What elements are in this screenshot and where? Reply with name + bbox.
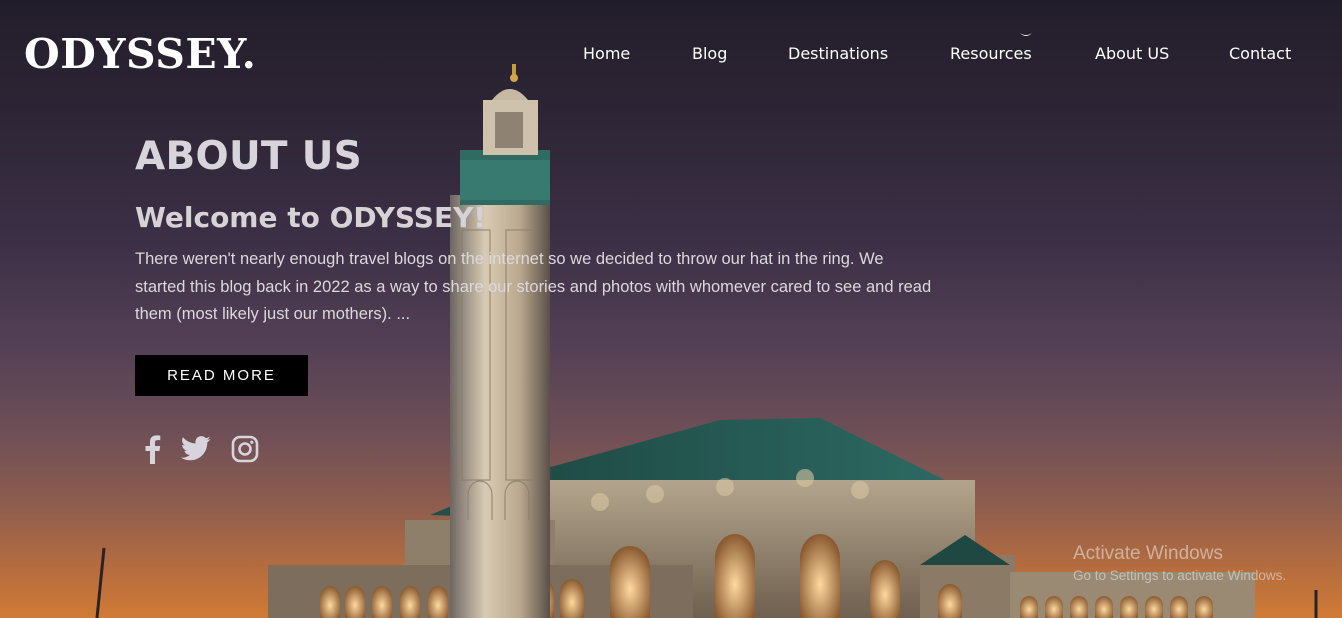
- read-more-button[interactable]: READ MORE: [135, 354, 308, 396]
- watermark-subtitle: Go to Settings to activate Windows.: [1073, 568, 1287, 583]
- twitter-icon[interactable]: [180, 436, 211, 466]
- welcome-heading: Welcome to ODYSSEY!: [135, 201, 487, 234]
- watermark-title: Activate Windows: [1073, 543, 1223, 564]
- page-title: ABOUT US: [135, 134, 363, 179]
- instagram-icon[interactable]: [231, 435, 259, 468]
- windows-activation-watermark: Activate Windows Go to Settings to activ…: [1073, 543, 1286, 583]
- nav-link-resources[interactable]: Resources: [950, 44, 1032, 63]
- nav-link-destinations[interactable]: Destinations: [788, 44, 888, 63]
- social-links: [135, 434, 935, 469]
- nav-link-contact[interactable]: Contact: [1229, 44, 1291, 63]
- nav-link-blog[interactable]: Blog: [692, 44, 727, 63]
- nav-link-about-us[interactable]: About US: [1095, 44, 1169, 63]
- about-paragraph: There weren't nearly enough travel blogs…: [135, 250, 932, 323]
- main-navigation: Home Blog Destinations Resources About U…: [0, 44, 1342, 68]
- about-section: ABOUT US Welcome to ODYSSEY! There weren…: [135, 134, 935, 469]
- facebook-icon[interactable]: [143, 434, 161, 469]
- nav-link-home[interactable]: Home: [583, 44, 630, 63]
